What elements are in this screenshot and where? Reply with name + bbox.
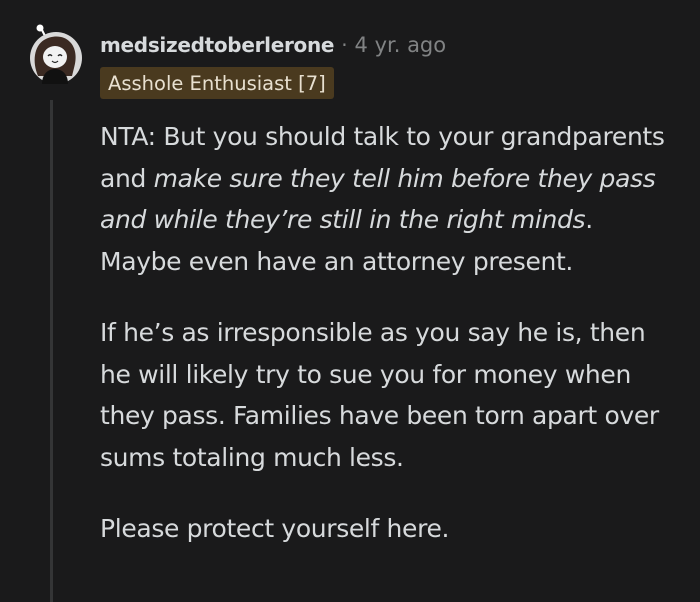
author-username[interactable]: medsizedtoberlerone [100, 33, 334, 57]
comment: medsizedtoberlerone · 4 yr. ago Asshole … [0, 0, 700, 602]
snoo-avatar-icon[interactable] [24, 24, 82, 86]
paragraph-text: Please protect yourself here. [100, 514, 450, 543]
comment-timestamp[interactable]: 4 yr. ago [355, 33, 447, 57]
emphasized-text: make sure they tell him before they pass… [100, 163, 656, 235]
thread-collapse-line[interactable] [50, 100, 53, 602]
comment-paragraph: If he’s as irresponsible as you say he i… [100, 312, 680, 478]
comment-meta: medsizedtoberlerone · 4 yr. ago [100, 28, 446, 62]
comment-paragraph: Please protect yourself here. [100, 508, 680, 550]
meta-separator: · [341, 33, 348, 57]
comment-paragraph: NTA: But you should talk to your grandpa… [100, 116, 680, 282]
paragraph-text: If he’s as irresponsible as you say he i… [100, 318, 659, 472]
user-flair: Asshole Enthusiast [7] [100, 67, 334, 99]
comment-body: NTA: But you should talk to your grandpa… [100, 116, 680, 580]
